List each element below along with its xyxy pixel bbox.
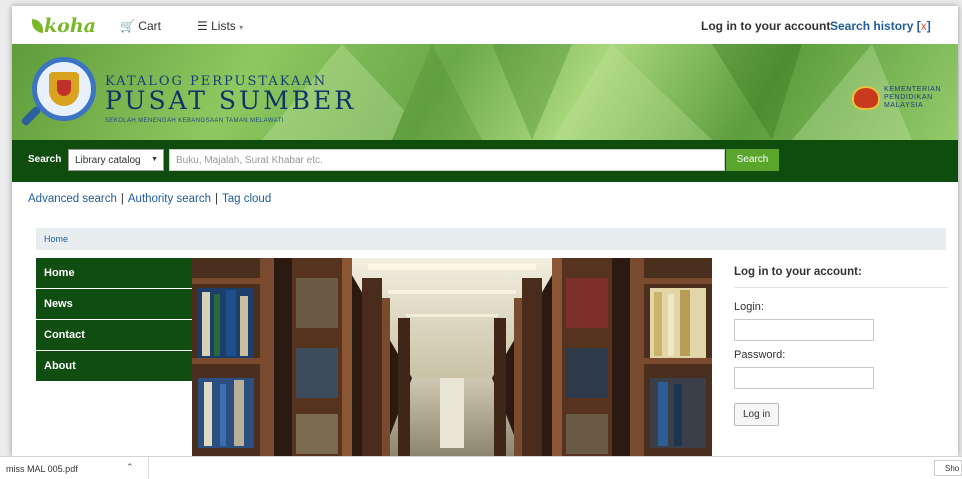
ministry-crest-icon (852, 86, 880, 110)
side-nav: Home News Contact About (36, 258, 192, 382)
tag-cloud-link[interactable]: Tag cloud (222, 193, 271, 205)
catalog-select-value: Library catalog (75, 155, 141, 166)
cart-label: Cart (138, 19, 161, 33)
authority-search-link[interactable]: Authority search (128, 193, 211, 205)
ministry-logo: KEMENTERIAN PENDIDIKAN MALAYSIA (852, 84, 952, 114)
chevron-up-icon[interactable]: ⌃ (126, 462, 134, 473)
koha-logo[interactable]: koha (32, 15, 96, 37)
lists-dropdown[interactable]: ☰ Lists ▾ (197, 19, 243, 33)
login-label: Login: (734, 301, 764, 313)
login-button[interactable]: Log in (734, 403, 780, 426)
lists-label: Lists (211, 19, 236, 33)
breadcrumb-home[interactable]: Home (44, 234, 68, 244)
search-history-label: Search history (830, 19, 914, 33)
ministry-line2: PENDIDIKAN (884, 94, 933, 101)
nav-item-home[interactable]: Home (36, 258, 192, 289)
browser-window: koha 🛒 Cart ☰ Lists ▾ Log in to your acc… (12, 6, 958, 456)
login-field[interactable] (734, 319, 874, 341)
banner-line3: SEKOLAH MENENGAH KEBANGSAAN TAMAN MELAWA… (105, 118, 284, 124)
top-navbar: koha 🛒 Cart ☰ Lists ▾ Log in to your acc… (12, 6, 958, 45)
logo-text: koha (44, 15, 96, 37)
search-label: Search (28, 154, 62, 165)
password-field[interactable] (734, 367, 874, 389)
login-title: Log in to your account: (734, 266, 948, 288)
download-file-name[interactable]: miss MAL 005.pdf (6, 464, 78, 474)
ministry-line1: KEMENTERIAN (884, 86, 942, 93)
advanced-search-link[interactable]: Advanced search (28, 193, 117, 205)
search-bar: Search Library catalog ▼ Buku, Majalah, S… (12, 140, 958, 182)
catalog-select[interactable]: Library catalog ▼ (68, 149, 164, 171)
cart-button[interactable]: 🛒 Cart (120, 19, 161, 33)
list-icon: ☰ (197, 19, 208, 33)
search-input[interactable]: Buku, Majalah, Surat Khabar etc. (169, 149, 725, 171)
nav-item-news[interactable]: News (36, 289, 192, 320)
chevron-down-icon: ▼ (151, 156, 158, 163)
library-banner: KATALOG PERPUSTAKAAN PUSAT SUMBER SEKOLA… (12, 44, 958, 140)
password-label: Password: (734, 349, 786, 361)
show-all-button[interactable]: Sho (934, 460, 962, 476)
ministry-line3: MALAYSIA (884, 102, 924, 109)
library-photo (192, 258, 712, 456)
clear-history-icon[interactable]: x (921, 19, 927, 33)
nav-item-about[interactable]: About (36, 351, 192, 382)
nav-item-contact[interactable]: Contact (36, 320, 192, 351)
search-button[interactable]: Search (726, 149, 779, 171)
separator: | (214, 193, 218, 205)
cart-icon: 🛒 (120, 19, 135, 33)
breadcrumb: Home (36, 228, 946, 250)
library-shelves-image (192, 258, 712, 456)
school-seal-logo (32, 57, 96, 121)
divider (148, 457, 149, 479)
download-bar: miss MAL 005.pdf ⌃ Sho (0, 456, 962, 479)
chevron-down-icon: ▾ (239, 23, 244, 32)
login-link[interactable]: Log in to your account (701, 19, 830, 33)
search-links: Advanced search | Authority search | Tag clo… (28, 193, 271, 205)
leaf-icon (32, 19, 43, 33)
banner-line2: PUSAT SUMBER (105, 86, 357, 115)
separator: | (120, 193, 124, 205)
login-panel: Log in to your account: Login: Password:… (734, 258, 948, 426)
search-history-link[interactable]: Search history [x] (830, 19, 931, 33)
